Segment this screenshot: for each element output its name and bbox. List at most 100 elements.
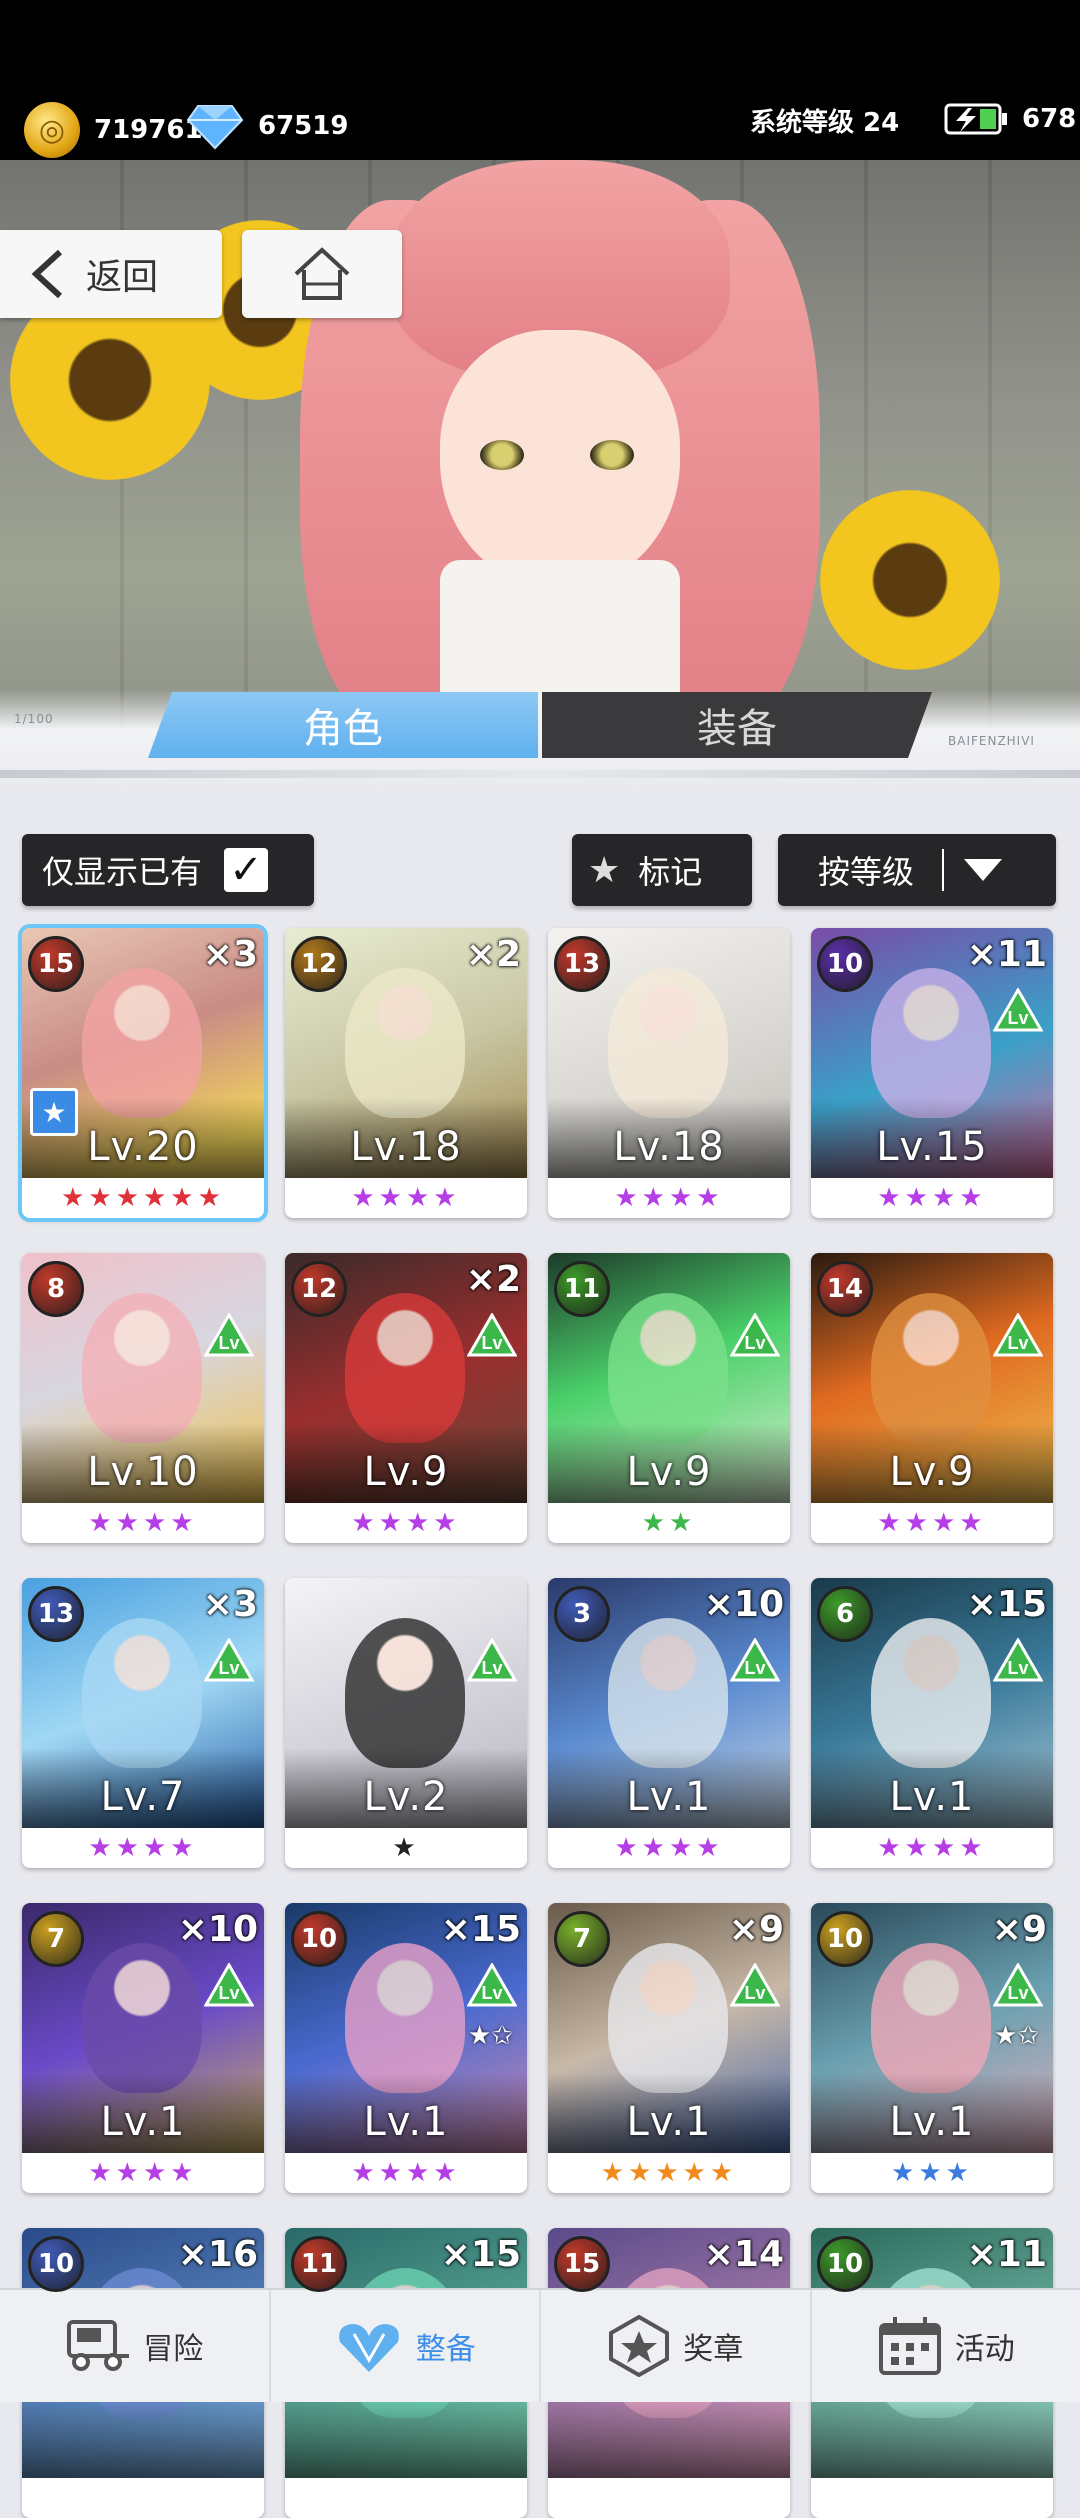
character-face (440, 330, 680, 590)
chevron-down-icon (962, 857, 1004, 883)
duplicate-count: ×15 (441, 1909, 521, 1950)
nav-medal[interactable]: 奖章 (541, 2290, 812, 2402)
diamond-icon (186, 102, 244, 150)
character-eye (590, 440, 634, 470)
character-card[interactable]: 13×3LvLv.7★★★★ (22, 1578, 264, 1868)
energy-counter[interactable]: 678 (944, 102, 1076, 136)
tab-equipment[interactable]: 装备 (542, 692, 932, 758)
character-eye (480, 440, 524, 470)
level-up-icon: Lv (730, 1963, 780, 2007)
svg-text:Lv: Lv (744, 1333, 765, 1353)
nav-prepare[interactable]: 整备 (271, 2290, 542, 2402)
svg-text:Lv: Lv (1007, 1333, 1028, 1353)
rank-badge: 15 (554, 2236, 610, 2292)
rank-badge: 13 (554, 936, 610, 992)
rarity-stars: ★★★★ (811, 1178, 1053, 1218)
calendar-icon (877, 2315, 943, 2377)
mark-filter-button[interactable]: ★ 标记 (572, 834, 752, 906)
tab-divider (0, 770, 1080, 778)
character-card[interactable]: LvLv.2★ (285, 1578, 527, 1868)
character-figure (871, 968, 991, 1118)
svg-text:Lv: Lv (218, 1983, 239, 2003)
duplicate-count: ×10 (704, 1584, 784, 1625)
character-card[interactable]: 11LvLv.9★★ (548, 1253, 790, 1543)
nav-adventure-label: 冒险 (143, 2324, 203, 2368)
home-button[interactable] (242, 230, 402, 318)
svg-text:Lv: Lv (744, 1983, 765, 2003)
rarity-stars: ★★★★ (285, 2153, 527, 2193)
level-up-icon: Lv (204, 1313, 254, 1357)
character-card[interactable]: 12×2LvLv.9★★★★ (285, 1253, 527, 1543)
character-card[interactable]: 6×15LvLv.1★★★★ (811, 1578, 1053, 1868)
tab-character[interactable]: 角色 (148, 692, 538, 758)
owned-only-toggle[interactable]: 仅显示已有 ✓ (22, 834, 314, 906)
rank-badge: 12 (291, 1261, 347, 1317)
svg-text:Lv: Lv (1007, 1008, 1028, 1028)
svg-text:Lv: Lv (744, 1658, 765, 1678)
owned-only-label: 仅显示已有 (42, 847, 202, 893)
character-figure (82, 1618, 202, 1768)
star-icon: ★ (588, 850, 620, 891)
character-figure (608, 1618, 728, 1768)
character-card[interactable]: 13Lv.18★★★★ (548, 928, 790, 1218)
system-level: 系统等级 24 (750, 102, 899, 139)
character-figure (871, 1618, 991, 1768)
duplicate-count: ×15 (441, 2234, 521, 2275)
rank-badge: 15 (28, 936, 84, 992)
character-card[interactable]: 12×2Lv.18★★★★ (285, 928, 527, 1218)
owned-only-checkbox[interactable]: ✓ (224, 848, 268, 892)
character-card[interactable]: 15×3★Lv.20★★★★★★ (22, 928, 264, 1218)
character-card[interactable]: 14LvLv.9★★★★ (811, 1253, 1053, 1543)
heart-wing-icon (334, 2316, 404, 2376)
rarity-stars: ★★★ (811, 2153, 1053, 2193)
duplicate-count: ×15 (967, 1584, 1047, 1625)
character-card[interactable]: 10×15Lv★✩Lv.1★★★★ (285, 1903, 527, 2193)
character-figure (608, 968, 728, 1118)
duplicate-count: ×11 (967, 934, 1047, 975)
rank-badge: 3 (554, 1586, 610, 1642)
level-up-icon: Lv (993, 1963, 1043, 2007)
character-figure (608, 1293, 728, 1443)
character-card[interactable]: 7×10LvLv.1★★★★ (22, 1903, 264, 2193)
rank-badge: 11 (554, 1261, 610, 1317)
character-level: Lv.2 (285, 1774, 527, 1820)
nav-adventure[interactable]: 冒险 (0, 2290, 271, 2402)
rarity-stars: ★★★★ (548, 1178, 790, 1218)
diamond-amount: 67519 (258, 111, 348, 141)
nav-events[interactable]: 活动 (812, 2290, 1080, 2402)
rank-badge: 7 (28, 1911, 84, 1967)
nav-medal-label: 奖章 (683, 2324, 743, 2368)
back-label: 返回 (86, 248, 158, 300)
truck-icon (65, 2316, 131, 2376)
character-level: Lv.9 (811, 1449, 1053, 1495)
sort-dropdown[interactable]: 按等级 (778, 834, 1056, 906)
gold-counter[interactable]: ◎ 719761 (24, 102, 203, 158)
duplicate-count: ×16 (178, 2234, 258, 2275)
sunflower-illustration (820, 490, 1000, 670)
gold-coin-icon: ◎ (24, 102, 80, 158)
back-button[interactable]: 返回 (0, 230, 222, 318)
diamond-counter[interactable]: 67519 (186, 102, 348, 150)
character-card[interactable]: 10×9Lv★✩Lv.1★★★ (811, 1903, 1053, 2193)
character-figure (345, 1618, 465, 1768)
character-figure (871, 1293, 991, 1443)
bottom-nav: 冒险 整备 奖章 活动 (0, 2288, 1080, 2402)
character-figure (871, 1943, 991, 2093)
character-card[interactable]: 8LvLv.10★★★★ (22, 1253, 264, 1543)
chevron-left-icon (20, 244, 80, 304)
rarity-stars: ★★★★ (22, 1503, 264, 1543)
character-card[interactable]: 10×11LvLv.15★★★★ (811, 928, 1053, 1218)
level-up-icon: Lv (467, 1313, 517, 1357)
tab-equipment-label: 装备 (697, 696, 777, 754)
character-card[interactable]: 3×10LvLv.1★★★★ (548, 1578, 790, 1868)
svg-text:Lv: Lv (481, 1983, 502, 2003)
rank-badge: 12 (291, 936, 347, 992)
rank-badge: 6 (817, 1586, 873, 1642)
counter-decoration: 1/100 (14, 712, 54, 726)
duplicate-count: ×9 (729, 1909, 784, 1950)
character-card[interactable]: 7×9LvLv.1★★★★★ (548, 1903, 790, 2193)
level-up-icon: Lv (993, 988, 1043, 1032)
sort-label: 按等级 (818, 847, 914, 893)
rank-badge: 7 (554, 1911, 610, 1967)
svg-text:Lv: Lv (481, 1658, 502, 1678)
